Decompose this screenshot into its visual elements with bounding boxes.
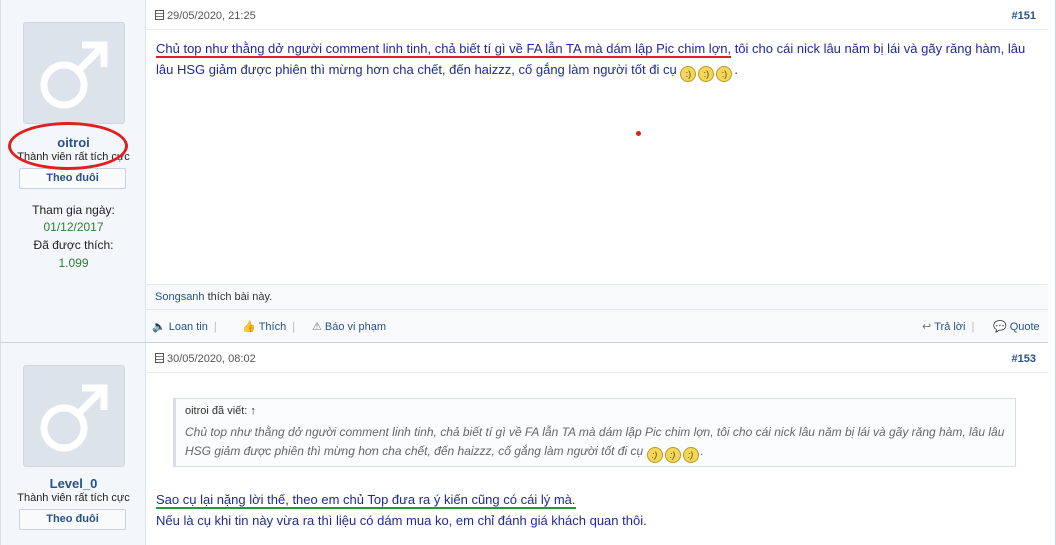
annotation-dot (636, 131, 641, 136)
likes-received-value: 1.099 (58, 256, 89, 270)
annotated-sentence: Chủ top như thằng dở người comment linh … (156, 41, 732, 58)
liker-link[interactable]: Songsanh (155, 291, 205, 303)
quote-label: Quote (1009, 321, 1040, 333)
post-date-text: 30/05/2020, 08:02 (167, 353, 256, 365)
post-153: Level_0 Thành viên rất tích cực Theo đuô… (0, 342, 1048, 545)
post-number[interactable]: #153 (1012, 353, 1036, 365)
report-label: Báo vi phạm (324, 321, 387, 333)
annotation-circle (8, 122, 128, 170)
quote-link[interactable]: 💬 Quote (993, 320, 1040, 333)
user-info-panel: oitroi Thành viên rất tích cực Theo đuôi… (1, 0, 146, 342)
speaker-icon: 🔈 (152, 321, 166, 333)
post-icon (155, 353, 164, 363)
separator: | (292, 321, 296, 333)
post-content: 30/05/2020, 08:02 #153 oitroi đã viết: ↑… (146, 343, 1048, 545)
message-end: . (734, 62, 738, 77)
joined-value: 01/12/2017 (43, 220, 104, 234)
like-label: Thích (258, 321, 287, 333)
follow-button[interactable]: Theo đuôi (19, 509, 126, 530)
avatar[interactable] (23, 365, 125, 467)
user-rank: Thành viên rất tích cực (17, 492, 130, 504)
quoted-message: Chủ top như thằng dở người comment linh … (185, 425, 1005, 458)
separator: | (213, 321, 217, 333)
username[interactable]: Level_0 (1, 476, 146, 491)
post-date[interactable]: 30/05/2020, 08:02 (155, 353, 256, 365)
reply-label: Trả lời (934, 321, 966, 333)
report-link[interactable]: ⚠ Báo vi phạm (312, 320, 386, 333)
share-label: Loan tin (168, 321, 208, 333)
smiley-icon: :) (682, 447, 699, 463)
likes-suffix: thích bài này. (204, 291, 273, 303)
post-header: 30/05/2020, 08:02 #153 (146, 343, 1048, 373)
share-link[interactable]: 🔈 Loan tin | (152, 320, 223, 333)
post-date-text: 29/05/2020, 21:25 (167, 10, 256, 22)
smiley-icon: :) (698, 66, 715, 82)
separator: | (971, 321, 975, 333)
post-icon (155, 10, 164, 20)
male-symbol-icon (40, 41, 108, 109)
thumb-icon: 👍 (242, 321, 256, 333)
reply-icon: ↩ (922, 321, 932, 333)
like-link[interactable]: 👍 Thích | (242, 320, 301, 333)
warning-icon: ⚠ (312, 321, 322, 333)
message-text: Nếu là cụ khi tin này vừa ra thì liệu có… (156, 513, 647, 528)
post-actions: 🔈 Loan tin | 👍 Thích | ⚠ Báo vi phạm ↩ Trả lời… (146, 309, 1048, 342)
user-info-panel: Level_0 Thành viên rất tích cực Theo đuô… (1, 343, 146, 545)
joined-label: Tham gia ngày: (32, 203, 115, 217)
post-151: oitroi Thành viên rất tích cực Theo đuôi… (0, 0, 1048, 342)
post-message: Sao cụ lại nặng lời thế, theo em chủ Top… (156, 489, 1036, 531)
quote-attribution[interactable]: oitroi đã viết: ↑ (185, 405, 1006, 417)
smiley-icon: :) (680, 66, 697, 82)
reply-link[interactable]: ↩ Trả lời | (922, 320, 980, 333)
avatar[interactable] (23, 22, 125, 124)
quote-end: . (700, 444, 704, 458)
forum-thread: oitroi Thành viên rất tích cực Theo đuôi… (0, 0, 1056, 545)
likes-received-label: Đã được thích: (33, 238, 114, 252)
smiley-icon: :) (664, 447, 681, 463)
likes-summary: Songsanh thích bài này. (146, 284, 1048, 309)
annotated-sentence: Sao cụ lại nặng lời thế, theo em chủ Top… (156, 492, 576, 509)
quote-text: Chủ top như thằng dở người comment linh … (185, 423, 1006, 463)
smiley-icon: :) (716, 66, 733, 82)
quote-block: oitroi đã viết: ↑ Chủ top như thằng dở n… (173, 398, 1016, 467)
post-content: 29/05/2020, 21:25 #151 Chủ top như thằng… (146, 0, 1048, 342)
post-number[interactable]: #151 (1012, 10, 1036, 22)
follow-button[interactable]: Theo đuôi (19, 168, 126, 189)
post-date[interactable]: 29/05/2020, 21:25 (155, 10, 256, 22)
post-message: Chủ top như thằng dở người comment linh … (156, 38, 1036, 82)
quote-icon: 💬 (993, 321, 1007, 333)
post-header: 29/05/2020, 21:25 #151 (146, 0, 1048, 30)
smiley-icon: :) (646, 447, 663, 463)
male-symbol-icon (40, 384, 108, 452)
